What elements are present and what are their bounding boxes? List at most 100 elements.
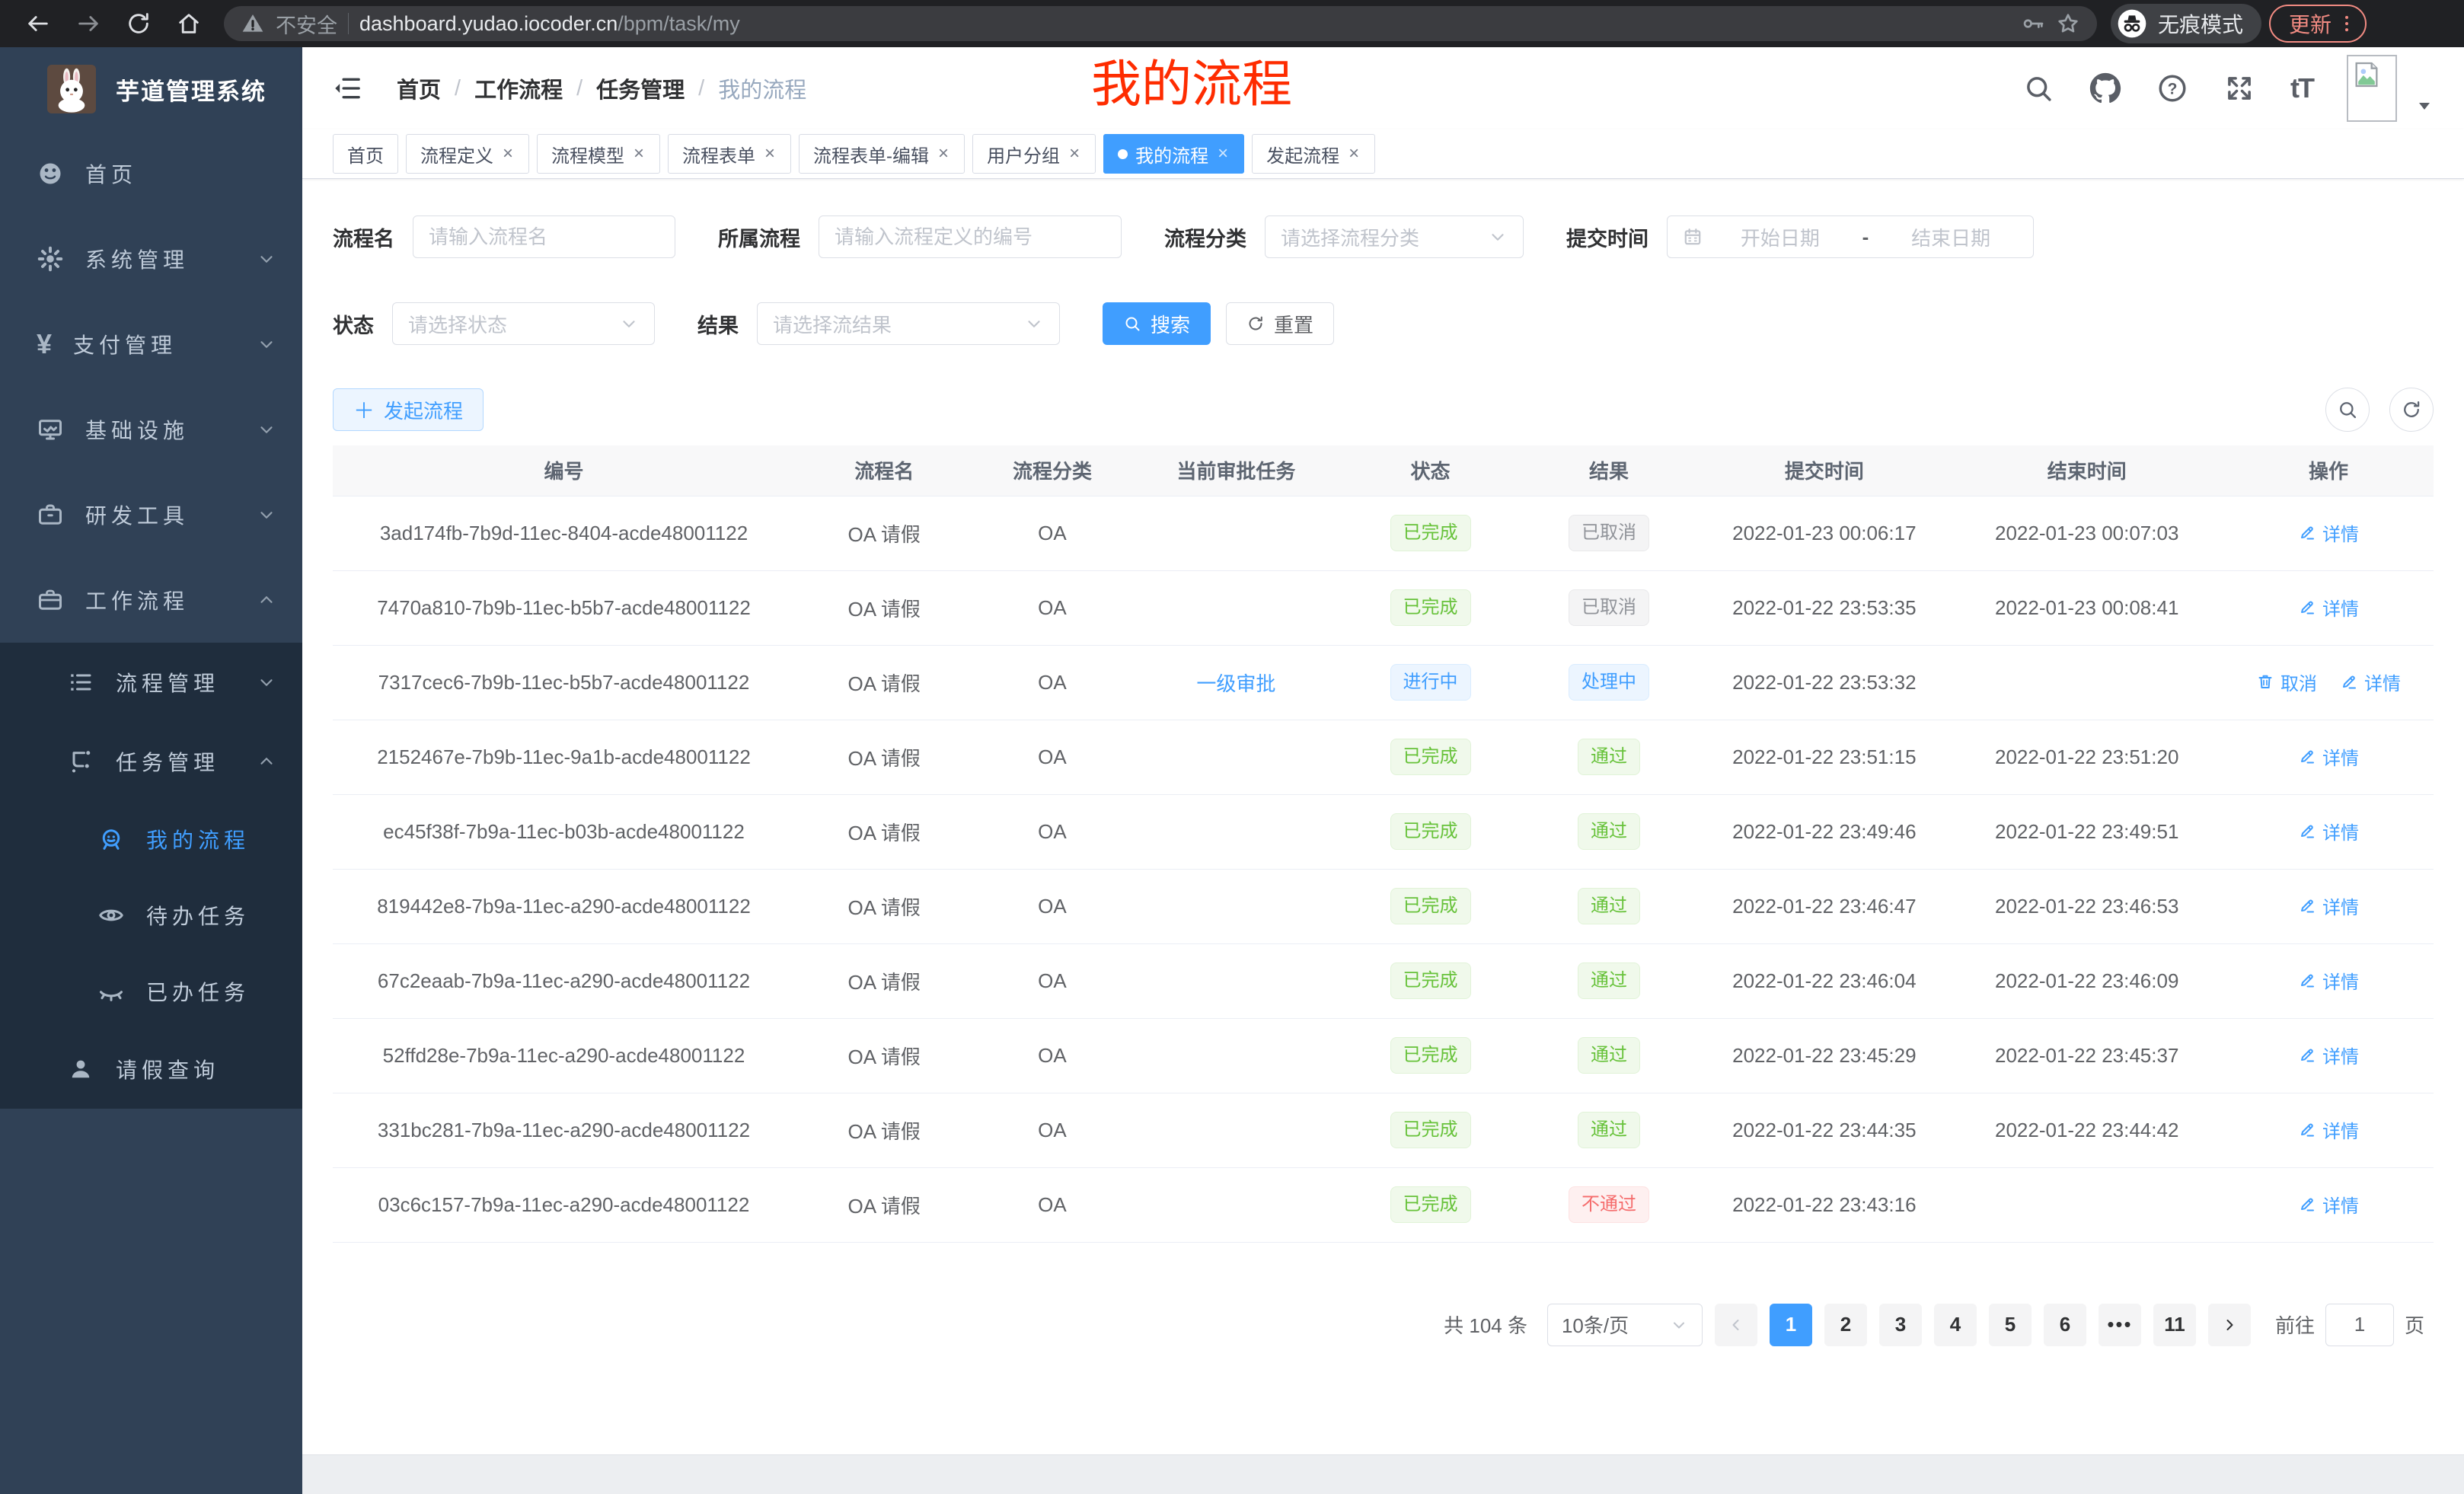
breadcrumb-item[interactable]: 工作流程 — [474, 72, 563, 104]
help-icon[interactable]: ? — [2156, 72, 2188, 104]
page-button[interactable]: 5 — [1989, 1304, 2032, 1346]
url-bar[interactable]: 不安全 dashboard.yudao.iocoder.cn/bpm/task/… — [224, 6, 2097, 41]
page-button[interactable]: 6 — [2044, 1304, 2086, 1346]
process-category-select[interactable]: 请选择流程分类 — [1265, 215, 1524, 258]
submit-time-daterange[interactable]: 开始日期-结束日期 — [1667, 215, 2034, 258]
tab-my-process[interactable]: 我的流程× — [1103, 134, 1244, 174]
edit-icon — [2298, 822, 2316, 840]
sidebar-item-workflow[interactable]: 工作流程 — [0, 557, 302, 643]
sidebar-item-task-management[interactable]: 任务管理 — [0, 722, 302, 801]
status-select[interactable]: 请选择状态 — [392, 302, 655, 345]
process-name-input[interactable] — [413, 215, 675, 258]
column-header: 流程名 — [795, 445, 974, 496]
detail-label: 详情 — [2322, 1191, 2359, 1218]
detail-link[interactable]: 详情 — [2298, 743, 2359, 770]
detail-link[interactable]: 详情 — [2298, 1116, 2359, 1143]
close-icon[interactable]: × — [1347, 143, 1361, 164]
update-button[interactable]: 更新 — [2269, 5, 2367, 43]
detail-link[interactable]: 详情 — [2298, 594, 2359, 621]
detail-link[interactable]: 详情 — [2298, 818, 2359, 844]
browser-menu-dots-icon[interactable] — [2336, 13, 2357, 34]
tab-process-form[interactable]: 流程表单× — [668, 134, 791, 174]
status-badge: 已完成 — [1390, 1112, 1471, 1148]
tab-process-definition[interactable]: 流程定义× — [406, 134, 529, 174]
home-button[interactable] — [168, 2, 210, 45]
sidebar-item-payment-management[interactable]: ¥支付管理 — [0, 302, 302, 387]
close-icon[interactable]: × — [937, 143, 950, 164]
close-icon[interactable]: × — [763, 143, 777, 164]
fullscreen-icon[interactable] — [2223, 72, 2255, 104]
process-name: OA 请假 — [795, 645, 974, 720]
avatar-caret-down-icon[interactable] — [2415, 97, 2434, 115]
detail-link[interactable]: 详情 — [2340, 669, 2401, 695]
page-size-select[interactable]: 10条/页 — [1547, 1304, 1703, 1346]
forward-button[interactable] — [67, 2, 110, 45]
edit-icon — [2298, 1120, 2316, 1138]
sidebar-item-my-process[interactable]: 我的流程 — [0, 801, 302, 877]
breadcrumb-item[interactable]: 任务管理 — [596, 72, 685, 104]
parent-process-text-input[interactable] — [835, 225, 1106, 249]
show-search-button[interactable] — [2325, 388, 2370, 432]
sidebar-item-process-management[interactable]: 流程管理 — [0, 643, 302, 722]
sidebar-item-leave-query[interactable]: 请假查询 — [0, 1030, 302, 1109]
reset-button[interactable]: 重置 — [1226, 302, 1334, 345]
avatar[interactable] — [2347, 55, 2397, 122]
refresh-table-button[interactable] — [2389, 388, 2434, 432]
detail-label: 详情 — [2322, 818, 2359, 844]
sidebar-item-dev-tools[interactable]: 研发工具 — [0, 472, 302, 557]
result-cell: 通过 — [1520, 1093, 1699, 1167]
next-page-button[interactable] — [2208, 1304, 2251, 1346]
process-name: OA 请假 — [795, 943, 974, 1018]
tab-home[interactable]: 首页 — [333, 134, 398, 174]
sidebar-item-infrastructure[interactable]: 基础设施 — [0, 387, 302, 472]
start-process-button[interactable]: ＋ 发起流程 — [333, 388, 484, 431]
page-button[interactable]: 4 — [1934, 1304, 1977, 1346]
sidebar-item-done-tasks[interactable]: 已办任务 — [0, 953, 302, 1030]
close-icon[interactable]: × — [1068, 143, 1081, 164]
sidebar-item-system-management[interactable]: 系统管理 — [0, 216, 302, 302]
sidebar-item-home[interactable]: 首页 — [0, 131, 302, 216]
page-button[interactable]: 3 — [1879, 1304, 1922, 1346]
tab-process-form-edit[interactable]: 流程表单-编辑× — [799, 134, 965, 174]
back-button[interactable] — [17, 2, 59, 45]
reload-button[interactable] — [117, 2, 160, 45]
parent-process-input[interactable] — [819, 215, 1122, 258]
page-button[interactable]: 2 — [1824, 1304, 1867, 1346]
sidebar-item-label: 请假查询 — [116, 1054, 219, 1084]
cancel-link[interactable]: 取消 — [2256, 669, 2317, 695]
close-icon[interactable]: × — [632, 143, 646, 164]
sidebar-collapse-icon[interactable] — [333, 73, 363, 104]
tab-user-group[interactable]: 用户分组× — [972, 134, 1096, 174]
process-name-text-input[interactable] — [429, 225, 659, 249]
detail-link[interactable]: 详情 — [2298, 892, 2359, 919]
search-icon[interactable] — [2022, 72, 2054, 104]
detail-link[interactable]: 详情 — [2298, 967, 2359, 994]
sidebar-item-todo-tasks[interactable]: 待办任务 — [0, 877, 302, 953]
result-cell: 通过 — [1520, 869, 1699, 943]
close-icon[interactable]: × — [1216, 143, 1230, 164]
detail-link[interactable]: 详情 — [2298, 519, 2359, 546]
flow-icon — [67, 748, 94, 775]
tab-start-process[interactable]: 发起流程× — [1252, 134, 1375, 174]
breadcrumb-item[interactable]: 首页 — [397, 72, 441, 104]
github-icon[interactable] — [2089, 72, 2121, 104]
close-icon[interactable]: × — [501, 143, 515, 164]
prev-page-button[interactable] — [1715, 1304, 1757, 1346]
more-pages-button[interactable]: ••• — [2099, 1304, 2141, 1346]
goto-page-input[interactable] — [2325, 1304, 2394, 1346]
column-header: 当前审批任务 — [1131, 445, 1341, 496]
current-task-link[interactable]: 一级审批 — [1196, 672, 1275, 695]
font-size-icon[interactable]: tT — [2290, 72, 2313, 104]
actions-cell: 详情 — [2223, 720, 2434, 794]
page-button[interactable]: 11 — [2153, 1304, 2196, 1346]
detail-link[interactable]: 详情 — [2298, 1042, 2359, 1068]
result-select[interactable]: 请选择流结果 — [757, 302, 1060, 345]
page-button[interactable]: 1 — [1770, 1304, 1812, 1346]
detail-link[interactable]: 详情 — [2298, 1191, 2359, 1218]
process-category: OA — [973, 570, 1131, 645]
bookmark-star-icon[interactable] — [2056, 11, 2080, 36]
key-icon[interactable] — [2021, 11, 2045, 36]
search-button[interactable]: 搜索 — [1103, 302, 1211, 345]
status-cell: 已完成 — [1341, 794, 1520, 869]
tab-process-model[interactable]: 流程模型× — [537, 134, 660, 174]
